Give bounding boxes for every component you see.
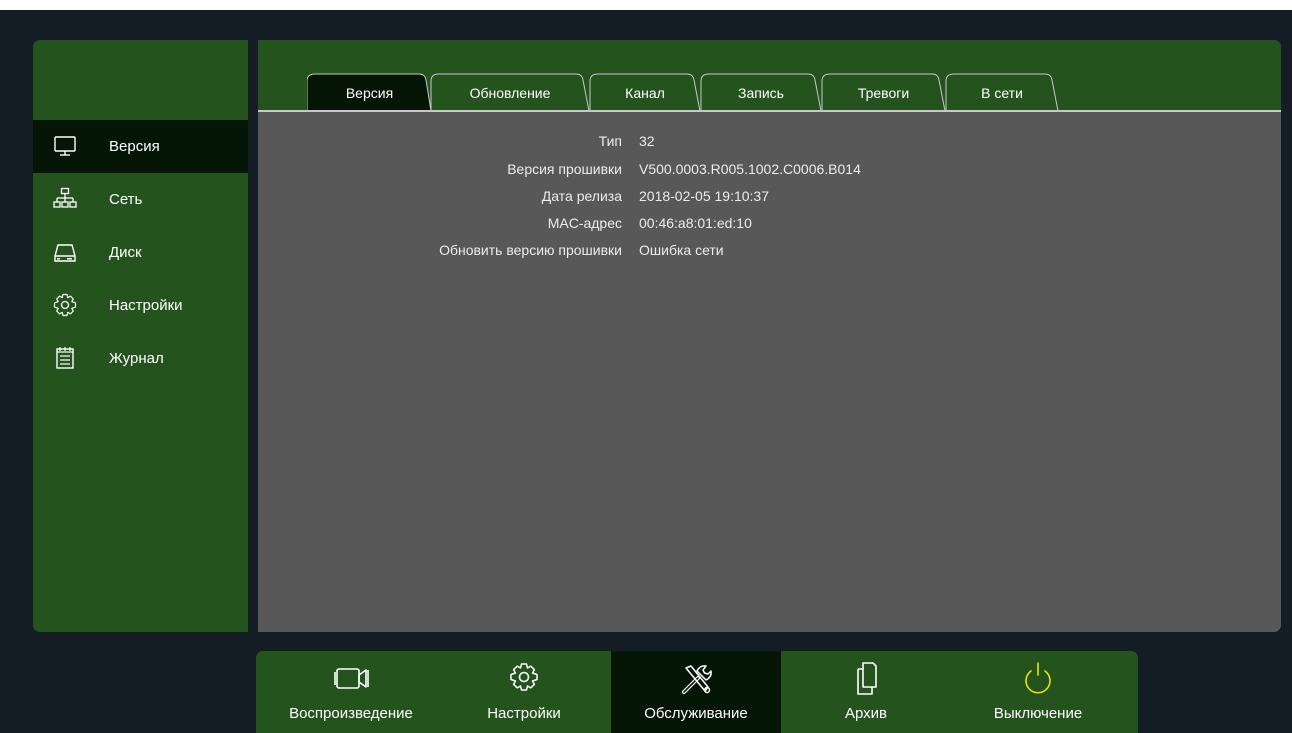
log-icon [56,347,74,369]
sidebar-item-label: Настройки [109,297,183,314]
tab-label: Тревоги [857,85,910,101]
tab-label: В сети [981,85,1023,101]
camera-icon [334,668,369,689]
tab-online[interactable]: В сети [945,73,1059,111]
disk-icon [54,244,76,262]
bottom-bar: Воспроизведение Настройки Обслуживание А… [256,651,1138,733]
bottombar-label: Настройки [487,705,561,722]
sidebar: Версия Сеть Диск Настройки Журнал [33,40,248,632]
archive-icon [857,662,877,695]
tab-label: Версия [345,85,394,101]
tab-update[interactable]: Обновление [430,73,590,111]
tab-record[interactable]: Запись [700,73,822,111]
monitor-icon [54,136,76,156]
bottombar-archive[interactable]: Архив [781,651,951,733]
gear-icon [510,663,538,691]
bottombar-label: Архив [844,705,888,722]
screen: Версия Сеть Диск Настройки Журнал Версия… [0,0,1292,733]
tools-icon [682,665,712,694]
info-row-update-firmware: Обновить версию прошивки Ошибка сети [258,242,1281,262]
info-value: Ошибка сети [639,242,724,258]
sidebar-item-version[interactable]: Версия [33,120,248,173]
top-strip [0,0,1292,10]
power-icon [1025,662,1051,694]
tab-version[interactable]: Версия [307,73,432,111]
tab-label: Запись [738,85,784,101]
info-key: Тип [598,133,622,149]
tab-bar: Версия Обновление Канал Запись Тревоги В… [258,40,1281,112]
main-panel: Версия Обновление Канал Запись Тревоги В… [258,40,1281,632]
tab-channel[interactable]: Канал [589,73,701,111]
tab-alarms[interactable]: Тревоги [821,73,946,111]
sidebar-item-label: Диск [109,244,142,261]
info-row-type: Тип 32 [258,133,1281,153]
info-value: 32 [639,133,655,149]
sidebar-item-label: Версия [109,138,160,155]
bottombar-label: Воспроизведение [289,705,413,722]
network-icon [53,187,77,208]
sidebar-item-settings[interactable]: Настройки [33,279,248,332]
info-value: 00:46:a8:01:ed:10 [639,215,752,231]
sidebar-item-log[interactable]: Журнал [33,332,248,385]
info-key: Версия прошивки [507,161,622,177]
gear-icon [53,293,77,317]
sidebar-item-disk[interactable]: Диск [33,226,248,279]
sidebar-item-label: Журнал [109,350,164,367]
info-row-release-date: Дата релиза 2018-02-05 19:10:37 [258,188,1281,208]
info-key: MAC-адрес [547,215,622,231]
bottombar-label: Обслуживание [644,705,748,722]
tab-underline [258,110,1281,112]
info-row-firmware: Версия прошивки V500.0003.R005.1002.C000… [258,161,1281,181]
info-row-mac: MAC-адрес 00:46:a8:01:ed:10 [258,215,1281,235]
info-key: Дата релиза [541,188,622,204]
bottombar-shutdown[interactable]: Выключение [953,651,1123,733]
info-key: Обновить версию прошивки [439,242,622,258]
sidebar-item-network[interactable]: Сеть [33,173,248,226]
tab-label: Обновление [469,85,551,101]
bottombar-label: Выключение [993,705,1083,722]
tab-label: Канал [625,85,665,101]
bottombar-settings[interactable]: Настройки [439,651,609,733]
info-value: V500.0003.R005.1002.C0006.B014 [639,161,861,177]
bottombar-playback[interactable]: Воспроизведение [266,651,436,733]
bottombar-maintenance[interactable]: Обслуживание [611,651,781,733]
sidebar-item-label: Сеть [109,191,143,208]
info-value: 2018-02-05 19:10:37 [639,188,769,204]
